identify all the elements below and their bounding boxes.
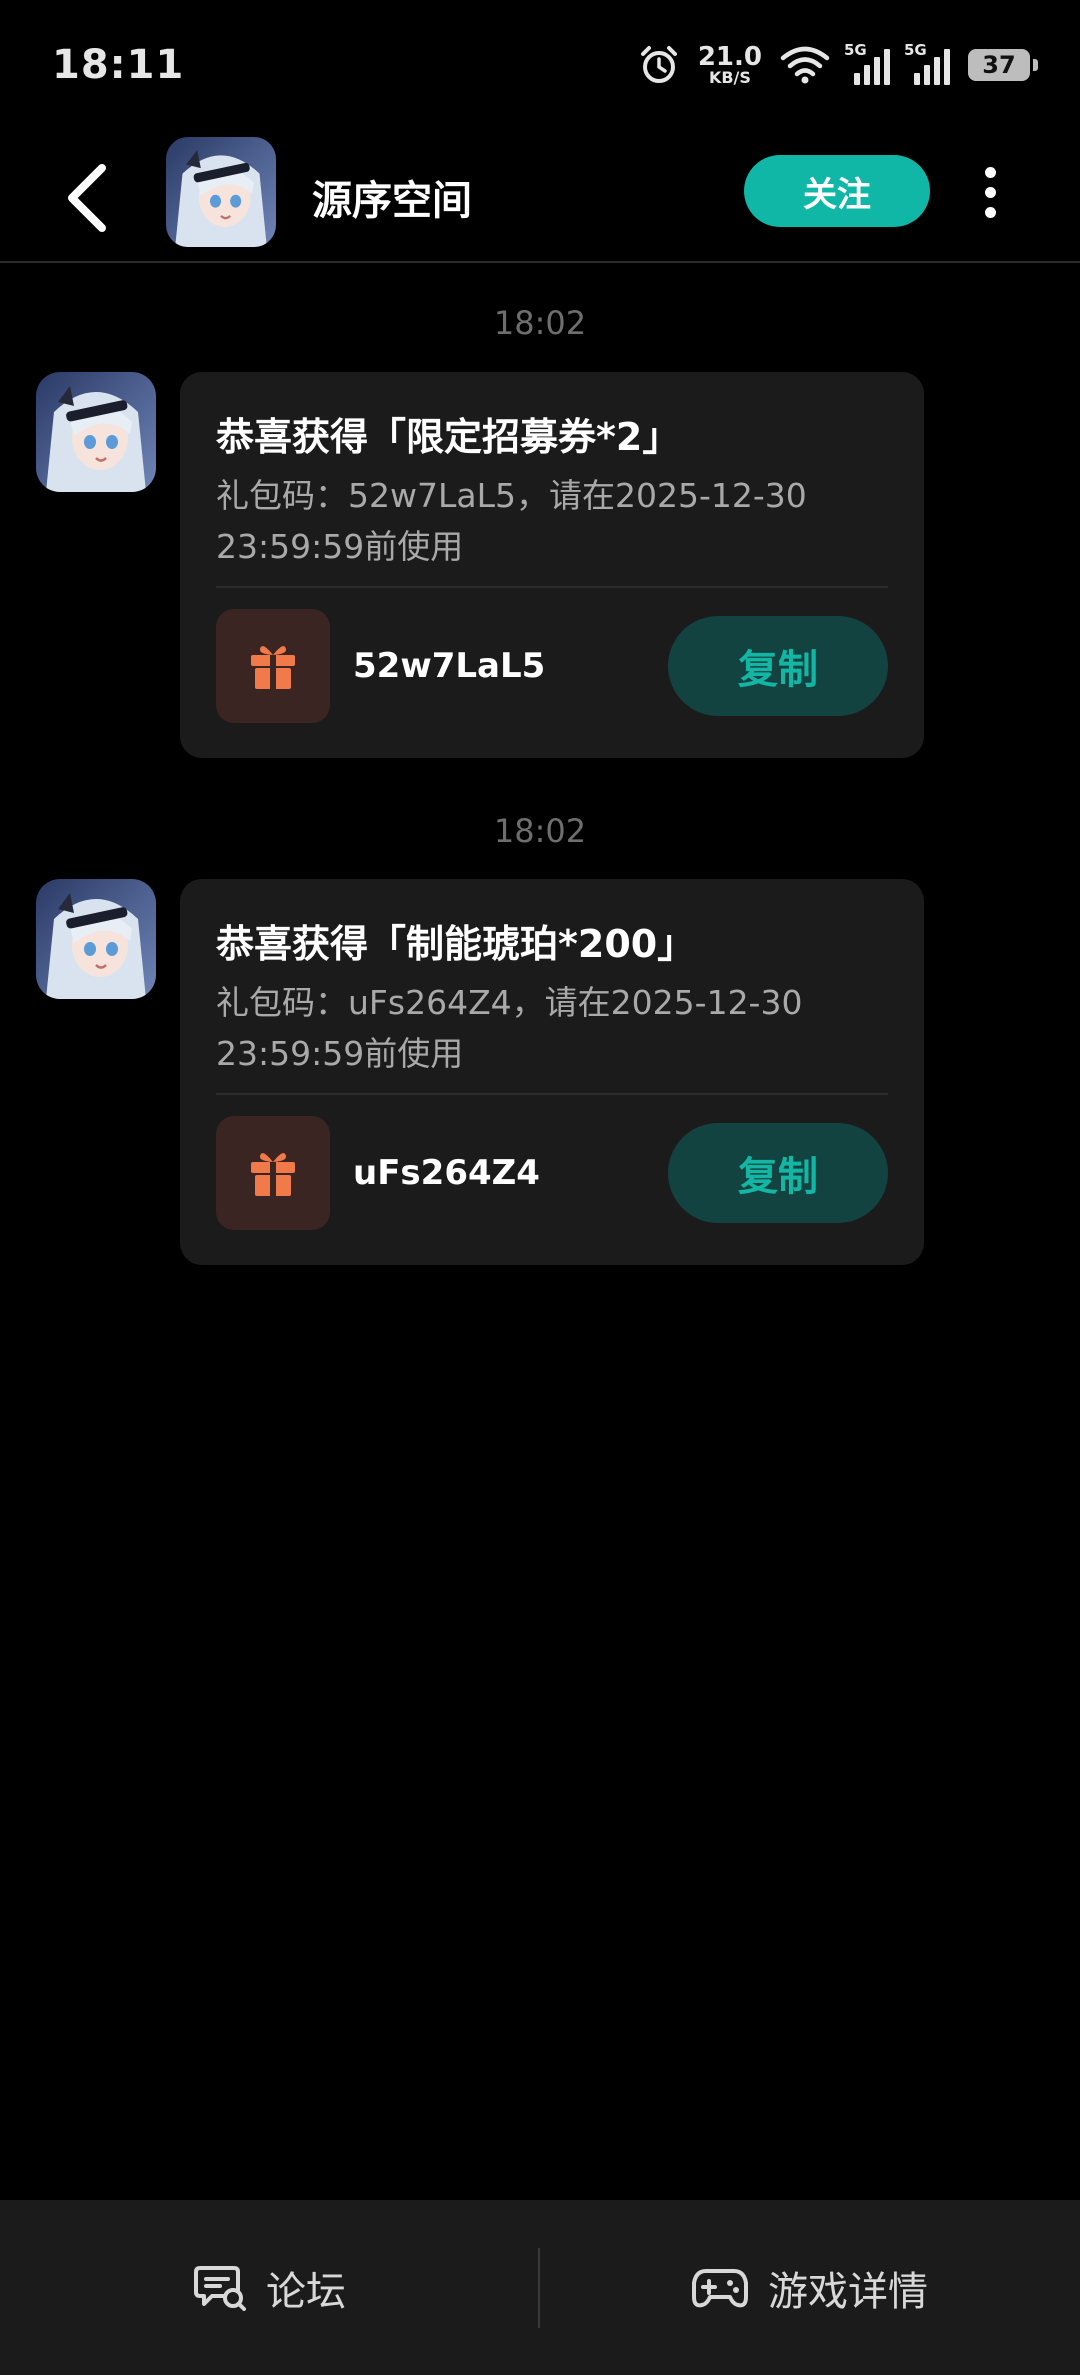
game-detail-button[interactable]: 游戏详情 <box>540 2200 1080 2375</box>
battery-level: 37 <box>982 51 1016 79</box>
chat-header: 源序空间 关注 <box>0 130 1080 263</box>
avatar[interactable] <box>166 137 276 247</box>
gift-message-card: 恭喜获得「限定招募券*2」 礼包码：52w7LaL5，请在2025-12-30 … <box>180 372 924 758</box>
message-timestamp: 18:02 <box>493 304 587 342</box>
divider <box>216 1093 888 1095</box>
gift-code: uFs264Z4 <box>353 1153 540 1193</box>
divider <box>216 586 888 588</box>
alarm-icon <box>640 46 677 83</box>
signal-2: 5G <box>904 41 950 85</box>
status-bar: 18:11 21.0 KB/S 5G 5G 37 <box>0 0 1080 130</box>
message-timestamp: 18:02 <box>493 812 587 850</box>
signal-1-label: 5G <box>844 41 867 59</box>
status-time: 18:11 <box>52 42 185 88</box>
signal-2-label: 5G <box>904 41 927 59</box>
status-icons: 21.0 KB/S 5G 5G 37 <box>638 41 1038 86</box>
back-button[interactable] <box>58 158 118 238</box>
page-title: 源序空间 <box>312 178 472 224</box>
message-avatar[interactable] <box>36 372 156 492</box>
more-options-button[interactable] <box>970 160 1010 224</box>
follow-button[interactable]: 关注 <box>744 155 930 227</box>
gift-icon-box <box>216 609 330 723</box>
signal-1: 5G <box>844 41 890 85</box>
message-title: 恭喜获得「制能琥珀*200」 <box>216 922 696 966</box>
gift-icon <box>251 1153 295 1196</box>
forum-button[interactable]: 论坛 <box>0 2200 540 2375</box>
copy-button[interactable]: 复制 <box>668 1123 888 1223</box>
wifi-icon <box>780 46 830 84</box>
gift-message-card: 恭喜获得「制能琥珀*200」 礼包码：uFs264Z4，请在2025-12-30… <box>180 879 924 1265</box>
copy-button[interactable]: 复制 <box>668 616 888 716</box>
game-detail-label: 游戏详情 <box>768 2268 928 2315</box>
message-title: 恭喜获得「限定招募券*2」 <box>216 415 681 459</box>
forum-icon <box>194 2265 246 2311</box>
battery-icon: 37 <box>968 49 1038 81</box>
bottom-bar: 论坛 游戏详情 <box>0 2200 1080 2375</box>
gamepad-icon <box>692 2268 748 2307</box>
avatar-image <box>36 372 156 492</box>
avatar-image <box>166 137 276 247</box>
gift-icon <box>251 646 295 689</box>
message-description: 礼包码：uFs264Z4，请在2025-12-30 23:59:59前使用 <box>216 983 803 1073</box>
chevron-left-icon <box>68 164 106 232</box>
avatar-image <box>36 879 156 999</box>
more-vertical-icon <box>984 166 996 178</box>
net-speed-value: 21.0 <box>697 42 762 72</box>
gift-icon-box <box>216 1116 330 1230</box>
gift-code: 52w7LaL5 <box>353 646 546 686</box>
forum-label: 论坛 <box>266 2268 346 2315</box>
chat-page: 18:11 21.0 KB/S 5G 5G 37 源序空间 关注 18:02 恭… <box>0 0 1080 2375</box>
net-speed: 21.0 KB/S <box>698 44 762 86</box>
message-avatar[interactable] <box>36 879 156 999</box>
net-speed-unit: KB/S <box>708 68 751 87</box>
divider <box>538 2248 540 2328</box>
message-description: 礼包码：52w7LaL5，请在2025-12-30 23:59:59前使用 <box>216 476 807 566</box>
